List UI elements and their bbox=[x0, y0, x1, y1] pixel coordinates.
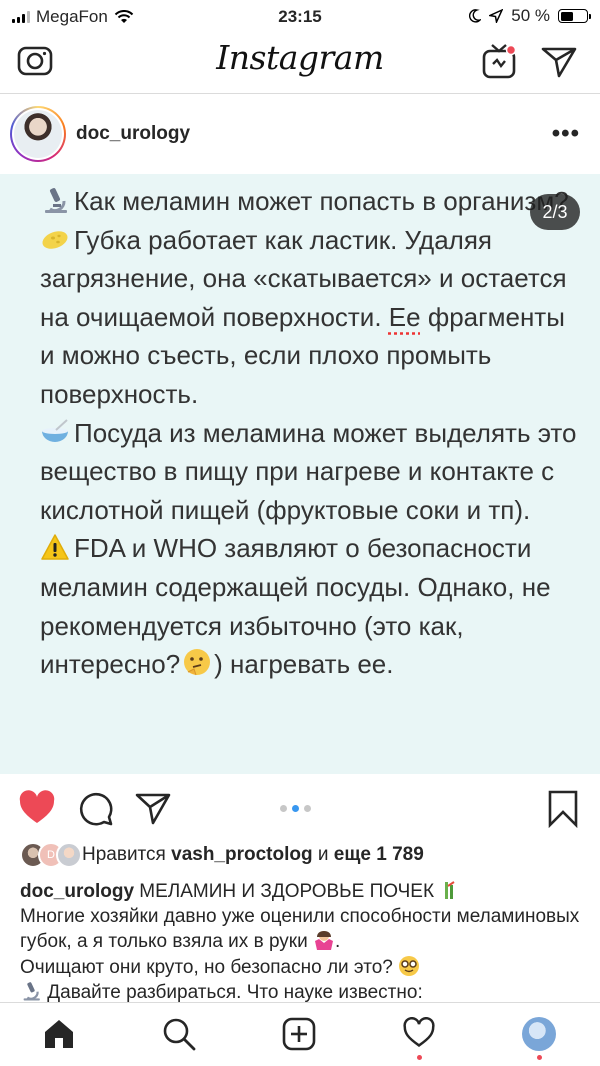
image-line-3-text: Посуда из меламина может выделять это ве… bbox=[40, 417, 577, 525]
like-heart-icon[interactable] bbox=[18, 790, 56, 831]
post-image-text: Как меламин может попасть в организм? Гу… bbox=[40, 182, 580, 684]
warning-icon bbox=[41, 534, 69, 561]
tab-bar bbox=[0, 1002, 600, 1066]
caption-line-1: Многие хозяйки давно уже оценили способн… bbox=[20, 905, 580, 955]
search-icon[interactable] bbox=[162, 1017, 196, 1056]
microscope-icon bbox=[45, 188, 67, 213]
carousel-dots bbox=[280, 805, 311, 812]
image-line-4: FDA и WHO заявляют о безопасности мелами… bbox=[40, 529, 580, 683]
igtv-icon[interactable] bbox=[480, 42, 518, 85]
carousel-dot bbox=[280, 805, 287, 812]
caption-title: МЕЛАМИН И ЗДОРОВЬЕ ПОЧЕК bbox=[134, 881, 435, 902]
share-plane-icon[interactable] bbox=[134, 790, 172, 833]
microscope-icon bbox=[23, 982, 40, 1001]
caption-username[interactable]: doc_urology bbox=[20, 881, 134, 902]
post-image[interactable]: Как меламин может попасть в организм? Гу… bbox=[0, 174, 600, 774]
profile-avatar[interactable] bbox=[522, 1017, 556, 1051]
comment-icon[interactable] bbox=[77, 790, 115, 833]
carousel-dot bbox=[304, 805, 311, 812]
likes-middle: и bbox=[312, 844, 334, 865]
activity-heart-icon[interactable] bbox=[402, 1016, 436, 1054]
caption-line-3-text: Давайте разбираться. Что науке известно: bbox=[47, 982, 423, 1003]
add-post-icon[interactable] bbox=[282, 1017, 316, 1056]
liker-avatar bbox=[56, 842, 82, 868]
profile-notification-dot bbox=[537, 1055, 542, 1060]
image-line-2-word: Ее bbox=[388, 301, 421, 332]
status-bar: MegaFon 23:15 50 % bbox=[0, 0, 600, 34]
paper-plane-icon[interactable] bbox=[540, 42, 578, 85]
caption-line-1-end: . bbox=[335, 931, 341, 952]
image-line-4-text-b: ) нагревать ее. bbox=[214, 649, 394, 680]
nerd-face-icon bbox=[399, 955, 420, 976]
liker-avatars: D bbox=[20, 842, 82, 868]
bowl-icon bbox=[42, 418, 68, 442]
more-options-button[interactable]: ••• bbox=[552, 120, 580, 148]
likes-count[interactable]: еще 1 789 bbox=[334, 844, 424, 866]
status-right: 50 % bbox=[469, 6, 591, 26]
caption-line-2-text: Очищают они круто, но безопасно ли это? bbox=[20, 956, 393, 978]
image-line-2: Губка работает как ластик. Удаляя загряз… bbox=[40, 221, 580, 414]
activity-notification-dot bbox=[417, 1055, 422, 1060]
sponge-icon bbox=[42, 230, 68, 249]
battery-level bbox=[560, 11, 573, 21]
thinking-face-icon bbox=[184, 649, 211, 676]
caption-line-2: Очищают они круто, но безопасно ли это? bbox=[20, 955, 580, 981]
image-line-1: Как меламин может попасть в организм? bbox=[40, 182, 580, 221]
caption-line-1-text: Многие хозяйки давно уже оценили способн… bbox=[20, 905, 580, 953]
slide-counter: 2/3 bbox=[530, 194, 580, 230]
post-username[interactable]: doc_urology bbox=[76, 123, 190, 145]
post-actions bbox=[0, 778, 600, 838]
image-line-1-text: Как меламин может попасть в организм? bbox=[74, 186, 569, 216]
avatar[interactable] bbox=[10, 106, 66, 162]
home-icon[interactable] bbox=[42, 1017, 76, 1056]
post-caption: doc_urology МЕЛАМИН И ЗДОРОВЬЕ ПОЧЕК Мно… bbox=[20, 880, 580, 1006]
bookmark-icon[interactable] bbox=[547, 790, 579, 833]
carousel-dot bbox=[292, 805, 299, 812]
caption-title-line: doc_urology МЕЛАМИН И ЗДОРОВЬЕ ПОЧЕК bbox=[20, 880, 580, 905]
likes-user[interactable]: vash_proctolog bbox=[171, 844, 312, 866]
bamboo-icon bbox=[445, 881, 455, 899]
app-header: Instagram bbox=[0, 34, 600, 94]
post-header: doc_urology ••• bbox=[0, 100, 600, 172]
battery-percent: 50 % bbox=[511, 6, 550, 25]
location-arrow-icon bbox=[489, 9, 504, 23]
shrug-icon bbox=[315, 931, 334, 950]
likes-prefix: Нравится bbox=[82, 844, 172, 865]
moon-icon bbox=[469, 9, 482, 23]
image-line-3: Посуда из меламина может выделять это ве… bbox=[40, 414, 580, 530]
battery-icon bbox=[558, 9, 591, 23]
likes-line[interactable]: D Нравится vash_proctolog и еще 1 789 bbox=[20, 842, 424, 868]
